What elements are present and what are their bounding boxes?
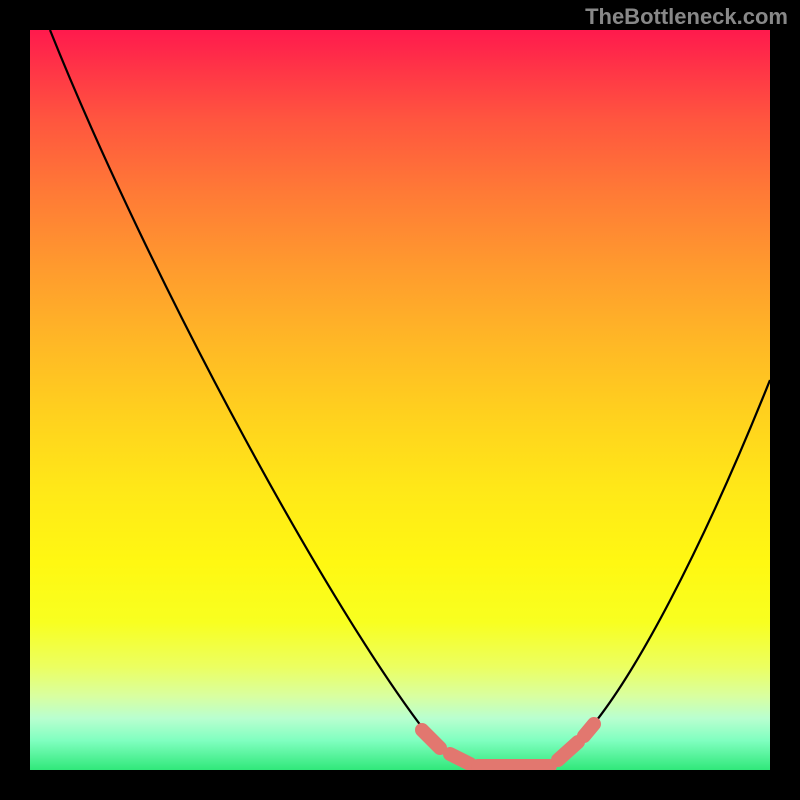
marker-segment-1 xyxy=(422,730,440,748)
curve-path xyxy=(50,30,770,769)
marker-segment-4 xyxy=(558,742,578,760)
marker-segment-5 xyxy=(584,724,594,736)
chart-container: TheBottleneck.com xyxy=(0,0,800,800)
curve-svg xyxy=(30,30,770,770)
plot-area xyxy=(30,30,770,770)
marker-segment-2 xyxy=(450,754,470,764)
watermark-text: TheBottleneck.com xyxy=(585,4,788,30)
